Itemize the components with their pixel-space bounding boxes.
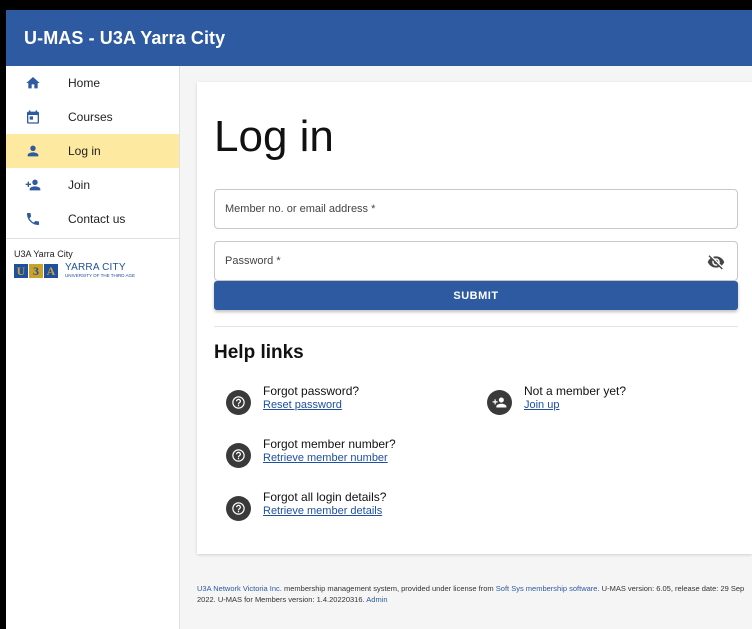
help-item-text: Forgot member number? Retrieve member nu…	[263, 437, 396, 466]
footer: U3A Network Victoria Inc. membership man…	[197, 583, 752, 605]
sidebar-item-log-in[interactable]: Log in	[6, 134, 179, 168]
sidebar-item-label: Courses	[68, 110, 113, 124]
u3a-letters: U 3 A	[14, 264, 59, 278]
sidebar-item-home[interactable]: Home	[6, 66, 179, 100]
sidebar-item-label: Home	[68, 76, 101, 90]
app-bar: U-MAS - U3A Yarra City	[6, 10, 752, 66]
help-circle-icon	[226, 443, 251, 468]
person-add-icon	[487, 390, 512, 415]
admin-link[interactable]: Admin	[366, 595, 387, 604]
help-item-forgot-member-number: Forgot member number? Retrieve member nu…	[226, 437, 396, 468]
retrieve-member-number-link[interactable]: Retrieve member number	[263, 451, 396, 466]
footer-text-1: membership management system, provided u…	[281, 584, 496, 593]
person-add-icon	[25, 177, 41, 193]
sidebar-item-courses[interactable]: Courses	[6, 100, 179, 134]
u3a-logo: U 3 A YARRA CITY UNIVERSITY OF THE THIRD…	[14, 263, 179, 279]
calendar-icon	[25, 109, 41, 125]
help-heading: Help links	[214, 342, 304, 363]
logo-letter-a: A	[44, 264, 58, 278]
help-item-forgot-all-details: Forgot all login details? Retrieve membe…	[226, 490, 386, 521]
sidebar-item-label: Log in	[68, 144, 101, 158]
login-card: Log in Member no. or email address * Pas…	[197, 82, 752, 554]
help-item-not-member: Not a member yet? Join up	[487, 384, 626, 415]
logo-letter-3: 3	[29, 264, 43, 278]
app-frame: U-MAS - U3A Yarra City Home Courses Log …	[6, 10, 752, 629]
sidebar-item-label: Join	[68, 178, 91, 192]
section-divider	[214, 326, 738, 327]
network-link[interactable]: U3A Network Victoria Inc.	[197, 584, 282, 593]
help-question: Forgot password?	[263, 384, 360, 398]
member-input[interactable]	[215, 190, 737, 228]
help-question: Forgot member number?	[263, 437, 396, 451]
logo-letter-u: U	[14, 264, 28, 278]
logo-title: YARRA CITY	[65, 262, 126, 273]
member-field[interactable]: Member no. or email address *	[214, 189, 738, 229]
logo-subtitle: UNIVERSITY OF THE THIRD AGE	[65, 273, 136, 278]
home-icon	[25, 75, 41, 91]
phone-icon	[25, 211, 41, 227]
app-title: U-MAS - U3A Yarra City	[24, 27, 226, 48]
sidebar: Home Courses Log in Join Contact us U3A …	[6, 66, 180, 629]
join-up-link[interactable]: Join up	[524, 398, 626, 413]
submit-button[interactable]: SUBMIT	[214, 281, 738, 310]
org-name: U3A Yarra City	[14, 249, 73, 259]
help-circle-icon	[226, 390, 251, 415]
org-block: U3A Yarra City U 3 A YARRA CITY UNIVERSI…	[6, 239, 179, 279]
reset-password-link[interactable]: Reset password	[263, 398, 359, 413]
logo-text: YARRA CITY UNIVERSITY OF THE THIRD AGE	[65, 263, 135, 279]
password-input[interactable]	[215, 242, 737, 280]
password-field[interactable]: Password *	[214, 241, 738, 281]
help-item-text: Forgot password? Reset password	[263, 384, 359, 413]
vendor-link[interactable]: Soft Sys membership software	[496, 584, 598, 593]
help-item-text: Forgot all login details? Retrieve membe…	[263, 490, 386, 519]
page-title: Log in	[214, 112, 334, 161]
person-icon	[25, 143, 41, 159]
help-item-forgot-password: Forgot password? Reset password	[226, 384, 359, 415]
help-question: Forgot all login details?	[263, 490, 387, 504]
visibility-off-icon[interactable]	[707, 253, 725, 271]
sidebar-item-join[interactable]: Join	[6, 168, 179, 202]
retrieve-member-details-link[interactable]: Retrieve member details	[263, 504, 386, 519]
help-question: Not a member yet?	[524, 384, 627, 398]
help-circle-icon	[226, 496, 251, 521]
sidebar-item-label: Contact us	[68, 212, 126, 226]
sidebar-item-contact-us[interactable]: Contact us	[6, 202, 179, 236]
help-item-text: Not a member yet? Join up	[524, 384, 626, 413]
